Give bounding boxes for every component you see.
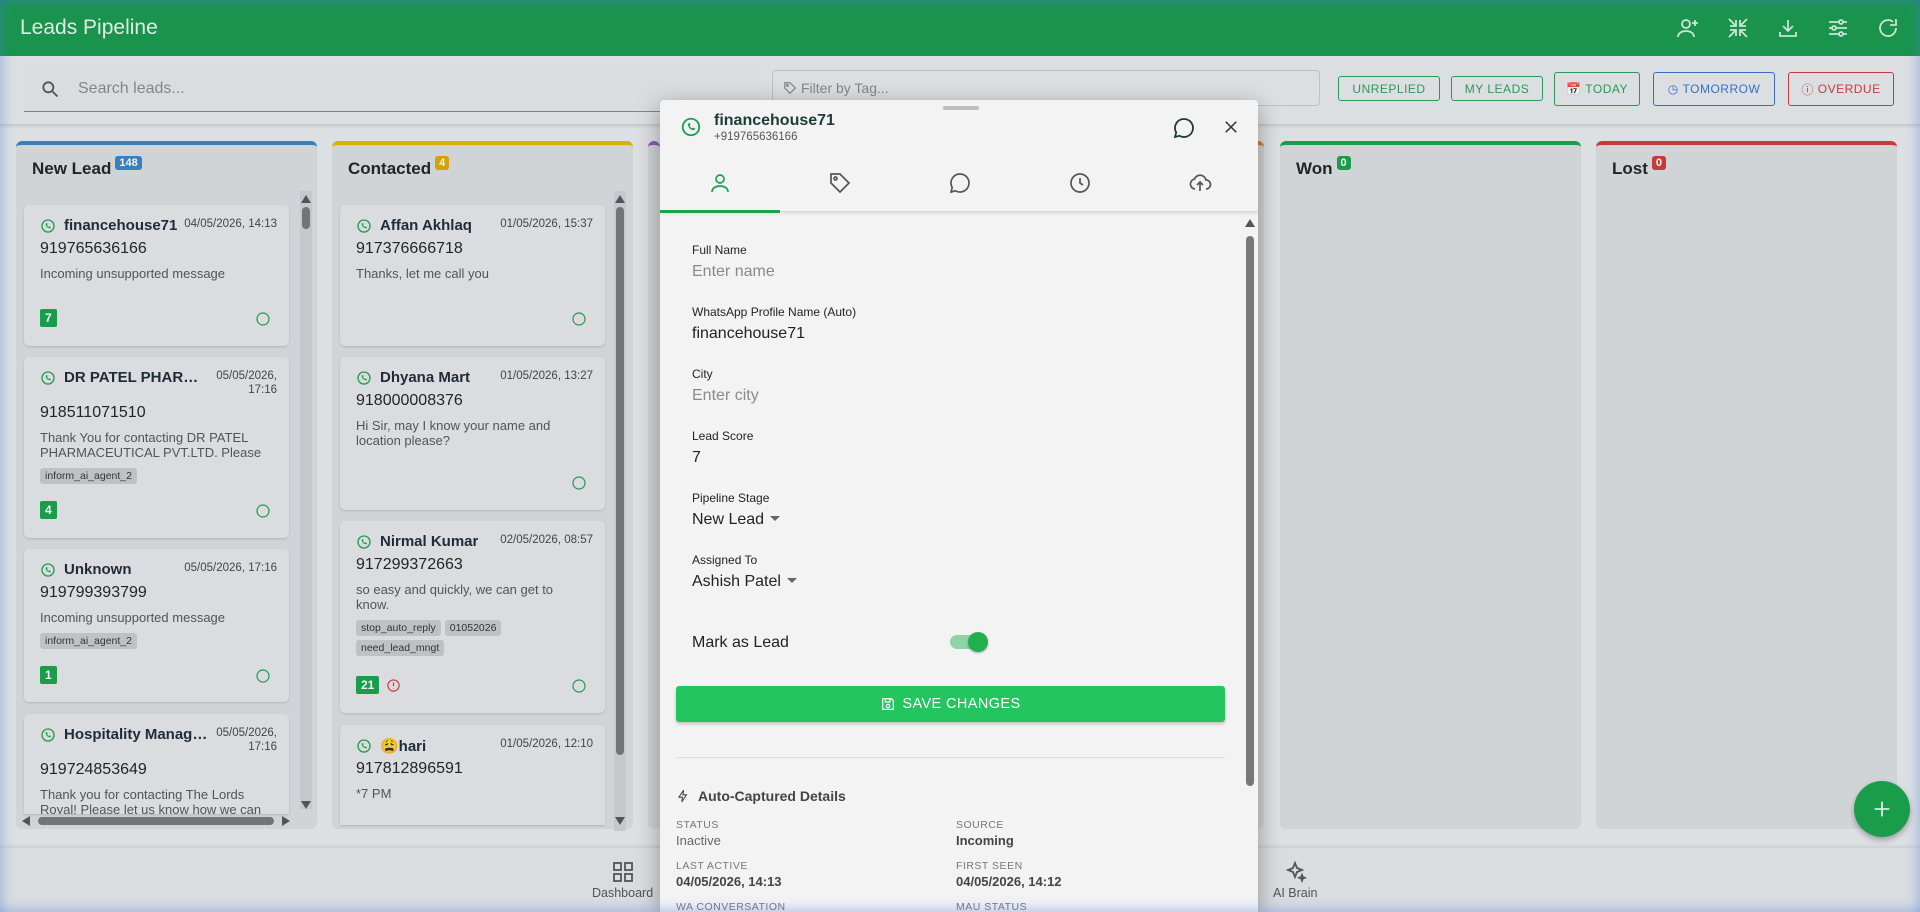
- tab-tags[interactable]: [780, 154, 900, 212]
- auto-captured-title-text: Auto-Captured Details: [698, 788, 846, 804]
- full-name-field[interactable]: Full Name Enter name: [692, 243, 775, 281]
- assigned-to-select[interactable]: Ashish Patel: [692, 573, 797, 591]
- mau-status-info: MAU STATUS: [956, 901, 1027, 912]
- dialog-lead-name: financehouse71: [714, 112, 835, 129]
- pipeline-stage-field[interactable]: Pipeline Stage New Lead: [692, 491, 781, 529]
- mau-status-label: MAU STATUS: [956, 901, 1028, 912]
- wa-profile-value: financehouse71: [692, 325, 805, 342]
- tab-profile[interactable]: [660, 154, 780, 213]
- pipeline-stage-label: Pipeline Stage: [692, 491, 770, 505]
- scroll-up-arrow[interactable]: [1245, 219, 1255, 227]
- lightning-icon: [677, 789, 688, 803]
- dialog-scrollbar[interactable]: [1244, 218, 1256, 910]
- save-changes-button[interactable]: SAVE CHANGES: [676, 686, 1225, 722]
- source-value: Incoming: [956, 833, 1014, 848]
- full-name-label: Full Name: [692, 243, 747, 257]
- dropdown-arrow-icon: [786, 578, 797, 583]
- close-icon[interactable]: [1222, 118, 1240, 136]
- save-changes-label: SAVE CHANGES: [902, 696, 1021, 712]
- lead-score-label: Lead Score: [692, 429, 754, 443]
- assigned-to-label: Assigned To: [692, 553, 758, 567]
- user-icon: [711, 174, 729, 193]
- save-icon: [882, 698, 895, 710]
- source-info: SOURCE Incoming: [956, 819, 1014, 848]
- pipeline-stage-value: New Lead: [692, 511, 765, 528]
- lead-score-input[interactable]: 7: [692, 449, 753, 467]
- first-seen-value: 04/05/2026, 14:12: [956, 874, 1062, 889]
- mark-as-lead-toggle[interactable]: [950, 632, 988, 652]
- wa-conversation-label: WA CONVERSATION: [676, 901, 786, 912]
- full-name-input[interactable]: Enter name: [692, 263, 775, 281]
- wa-conversation-info: WA CONVERSATION: [676, 901, 786, 912]
- toggle-knob: [968, 632, 988, 652]
- status-info: STATUS Inactive: [676, 819, 721, 848]
- source-label: SOURCE: [956, 819, 1004, 831]
- tab-upload[interactable]: [1140, 154, 1258, 212]
- dialog-scroll-thumb[interactable]: [1246, 236, 1254, 786]
- first-seen-label: FIRST SEEN: [956, 860, 1023, 872]
- dropdown-arrow-icon: [770, 516, 781, 521]
- whatsapp-icon: [680, 116, 702, 138]
- assigned-to-value: Ashish Patel: [692, 573, 781, 590]
- dialog-lead-phone: +919765636166: [714, 131, 798, 143]
- dialog-body: Full Name Enter name WhatsApp Profile Na…: [660, 213, 1258, 912]
- tag-icon: [830, 173, 851, 194]
- open-chat-icon[interactable]: [1172, 116, 1196, 140]
- wa-profile-label: WhatsApp Profile Name (Auto): [692, 305, 857, 319]
- last-active-info: LAST ACTIVE 04/05/2026, 14:13: [676, 860, 782, 889]
- status-value: Inactive: [676, 833, 721, 848]
- tab-history[interactable]: [1020, 154, 1140, 212]
- lead-detail-dialog: financehouse71 +919765636166 Full Name E…: [660, 100, 1258, 912]
- city-field[interactable]: City Enter city: [692, 367, 759, 405]
- pipeline-stage-select[interactable]: New Lead: [692, 511, 781, 529]
- mark-as-lead-label: Mark as Lead: [692, 634, 789, 651]
- first-seen-info: FIRST SEEN 04/05/2026, 14:12: [956, 860, 1062, 889]
- dialog-tabs: [660, 154, 1258, 213]
- status-label: STATUS: [676, 819, 719, 831]
- cloud-upload-icon: [1189, 174, 1212, 191]
- auto-captured-title: Auto-Captured Details: [676, 788, 846, 804]
- wa-profile-field: WhatsApp Profile Name (Auto) financehous…: [692, 305, 856, 343]
- tab-chat[interactable]: [900, 154, 1020, 212]
- city-label: City: [692, 367, 713, 381]
- assigned-to-field[interactable]: Assigned To Ashish Patel: [692, 553, 797, 591]
- section-divider: [676, 757, 1225, 758]
- chat-bubble-icon: [949, 173, 970, 194]
- drag-handle[interactable]: [943, 106, 979, 110]
- lead-score-field[interactable]: Lead Score 7: [692, 429, 753, 467]
- last-active-label: LAST ACTIVE: [676, 860, 748, 872]
- city-input[interactable]: Enter city: [692, 387, 759, 405]
- last-active-value: 04/05/2026, 14:13: [676, 874, 782, 889]
- clock-icon: [1070, 173, 1090, 193]
